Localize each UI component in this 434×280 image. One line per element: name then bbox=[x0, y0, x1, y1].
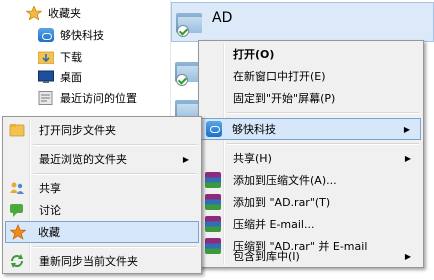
menu-item-label: 共享 bbox=[39, 182, 61, 195]
folder-icon bbox=[9, 122, 25, 138]
star-icon bbox=[25, 4, 43, 21]
menu-item-open-new-window[interactable]: 在新窗口中打开(E) bbox=[201, 65, 421, 87]
menu-item-label: 最近浏览的文件夹 bbox=[39, 153, 127, 166]
menu-item-add-to-ad-rar[interactable]: 添加到 "AD.rar"(T) bbox=[201, 191, 421, 213]
submenu-arrow-icon: ▶ bbox=[403, 124, 410, 134]
menu-item-gokuai[interactable]: 够快科技 ▶ bbox=[201, 118, 421, 140]
menu-item-label: 压缩并 E-mail... bbox=[233, 218, 315, 231]
menu-item-label: 包含到库中(I) bbox=[233, 250, 300, 263]
navigation-pane: 收藏夹 够快科技 下载 桌面 最近访问的位置 bbox=[0, 0, 170, 122]
sync-check-icon bbox=[176, 74, 188, 86]
menu-separator bbox=[33, 173, 197, 175]
submenu-arrow-icon: ▶ bbox=[404, 251, 411, 261]
menu-item-label: 共享(H) bbox=[233, 152, 272, 165]
winrar-icon bbox=[205, 216, 221, 232]
context-menu: 打开(O) 在新窗口中打开(E) 固定到"开始"屏幕(P) 够快科技 ▶ 共享(… bbox=[198, 40, 424, 268]
menu-separator bbox=[33, 144, 197, 146]
menu-item-label: 讨论 bbox=[39, 204, 61, 217]
gokuai-icon bbox=[206, 121, 222, 137]
menu-separator bbox=[33, 246, 197, 248]
nav-item-downloads[interactable]: 下载 bbox=[37, 47, 82, 67]
menu-item-include-in-library[interactable]: 包含到库中(I) ▶ bbox=[201, 245, 421, 267]
menu-item-add-to-archive[interactable]: 添加到压缩文件(A)... bbox=[201, 169, 421, 191]
submenu-item-favorite[interactable]: 收藏 bbox=[5, 221, 199, 243]
submenu-item-open-sync-folder[interactable]: 打开同步文件夹 bbox=[5, 119, 199, 141]
nav-item-label: 收藏夹 bbox=[48, 7, 81, 20]
submenu-item-recent-folders[interactable]: 最近浏览的文件夹 ▶ bbox=[5, 148, 199, 170]
chat-icon bbox=[9, 202, 25, 218]
menu-separator bbox=[227, 112, 419, 114]
menu-item-compress-and-email[interactable]: 压缩并 E-mail... bbox=[201, 213, 421, 235]
menu-item-label: 打开同步文件夹 bbox=[39, 124, 116, 137]
gokuai-submenu: 打开同步文件夹 最近浏览的文件夹 ▶ 共享 讨论 收藏 重新同步当前文件夹 bbox=[2, 116, 202, 274]
menu-item-share[interactable]: 共享(H) ▶ bbox=[201, 147, 421, 169]
submenu-item-share[interactable]: 共享 bbox=[5, 177, 199, 199]
desktop-icon bbox=[38, 70, 54, 84]
nav-item-gokuai[interactable]: 够快科技 bbox=[38, 25, 104, 45]
resync-icon bbox=[9, 253, 25, 269]
winrar-icon bbox=[205, 172, 221, 188]
people-icon bbox=[9, 180, 25, 196]
submenu-item-discuss[interactable]: 讨论 bbox=[5, 199, 199, 221]
folder-name: AD bbox=[212, 10, 233, 26]
nav-item-label: 下载 bbox=[60, 51, 82, 64]
folder-item-selected[interactable]: AD bbox=[171, 2, 434, 42]
menu-item-open[interactable]: 打开(O) bbox=[201, 43, 421, 65]
menu-item-label: 添加到压缩文件(A)... bbox=[233, 174, 337, 187]
nav-item-desktop[interactable]: 桌面 bbox=[38, 67, 82, 87]
gokuai-icon bbox=[38, 28, 54, 42]
star-icon bbox=[9, 223, 27, 240]
menu-item-label: 打开(O) bbox=[233, 48, 275, 61]
nav-item-label: 够快科技 bbox=[60, 29, 104, 42]
menu-item-label: 在新窗口中打开(E) bbox=[233, 70, 326, 83]
recent-places-icon bbox=[38, 91, 54, 105]
submenu-item-resync-folder[interactable]: 重新同步当前文件夹 bbox=[5, 250, 199, 272]
download-folder-icon bbox=[37, 50, 55, 65]
menu-item-label: 够快科技 bbox=[232, 123, 276, 136]
nav-item-label: 桌面 bbox=[60, 71, 82, 84]
winrar-icon bbox=[205, 194, 221, 210]
menu-item-label: 重新同步当前文件夹 bbox=[39, 255, 138, 268]
submenu-arrow-icon: ▶ bbox=[404, 153, 411, 163]
submenu-arrow-icon: ▶ bbox=[182, 154, 189, 164]
menu-item-label: 添加到 "AD.rar"(T) bbox=[233, 196, 331, 209]
menu-item-label: 收藏 bbox=[38, 226, 60, 239]
nav-item-label: 最近访问的位置 bbox=[60, 92, 137, 105]
menu-item-label: 固定到"开始"屏幕(P) bbox=[233, 92, 336, 105]
nav-item-recent-places[interactable]: 最近访问的位置 bbox=[38, 88, 137, 108]
menu-item-pin-to-start[interactable]: 固定到"开始"屏幕(P) bbox=[201, 87, 421, 109]
menu-separator bbox=[227, 143, 419, 145]
nav-item-favorites[interactable]: 收藏夹 bbox=[25, 3, 81, 23]
sync-check-icon bbox=[177, 25, 189, 37]
folder-icon bbox=[176, 9, 202, 37]
